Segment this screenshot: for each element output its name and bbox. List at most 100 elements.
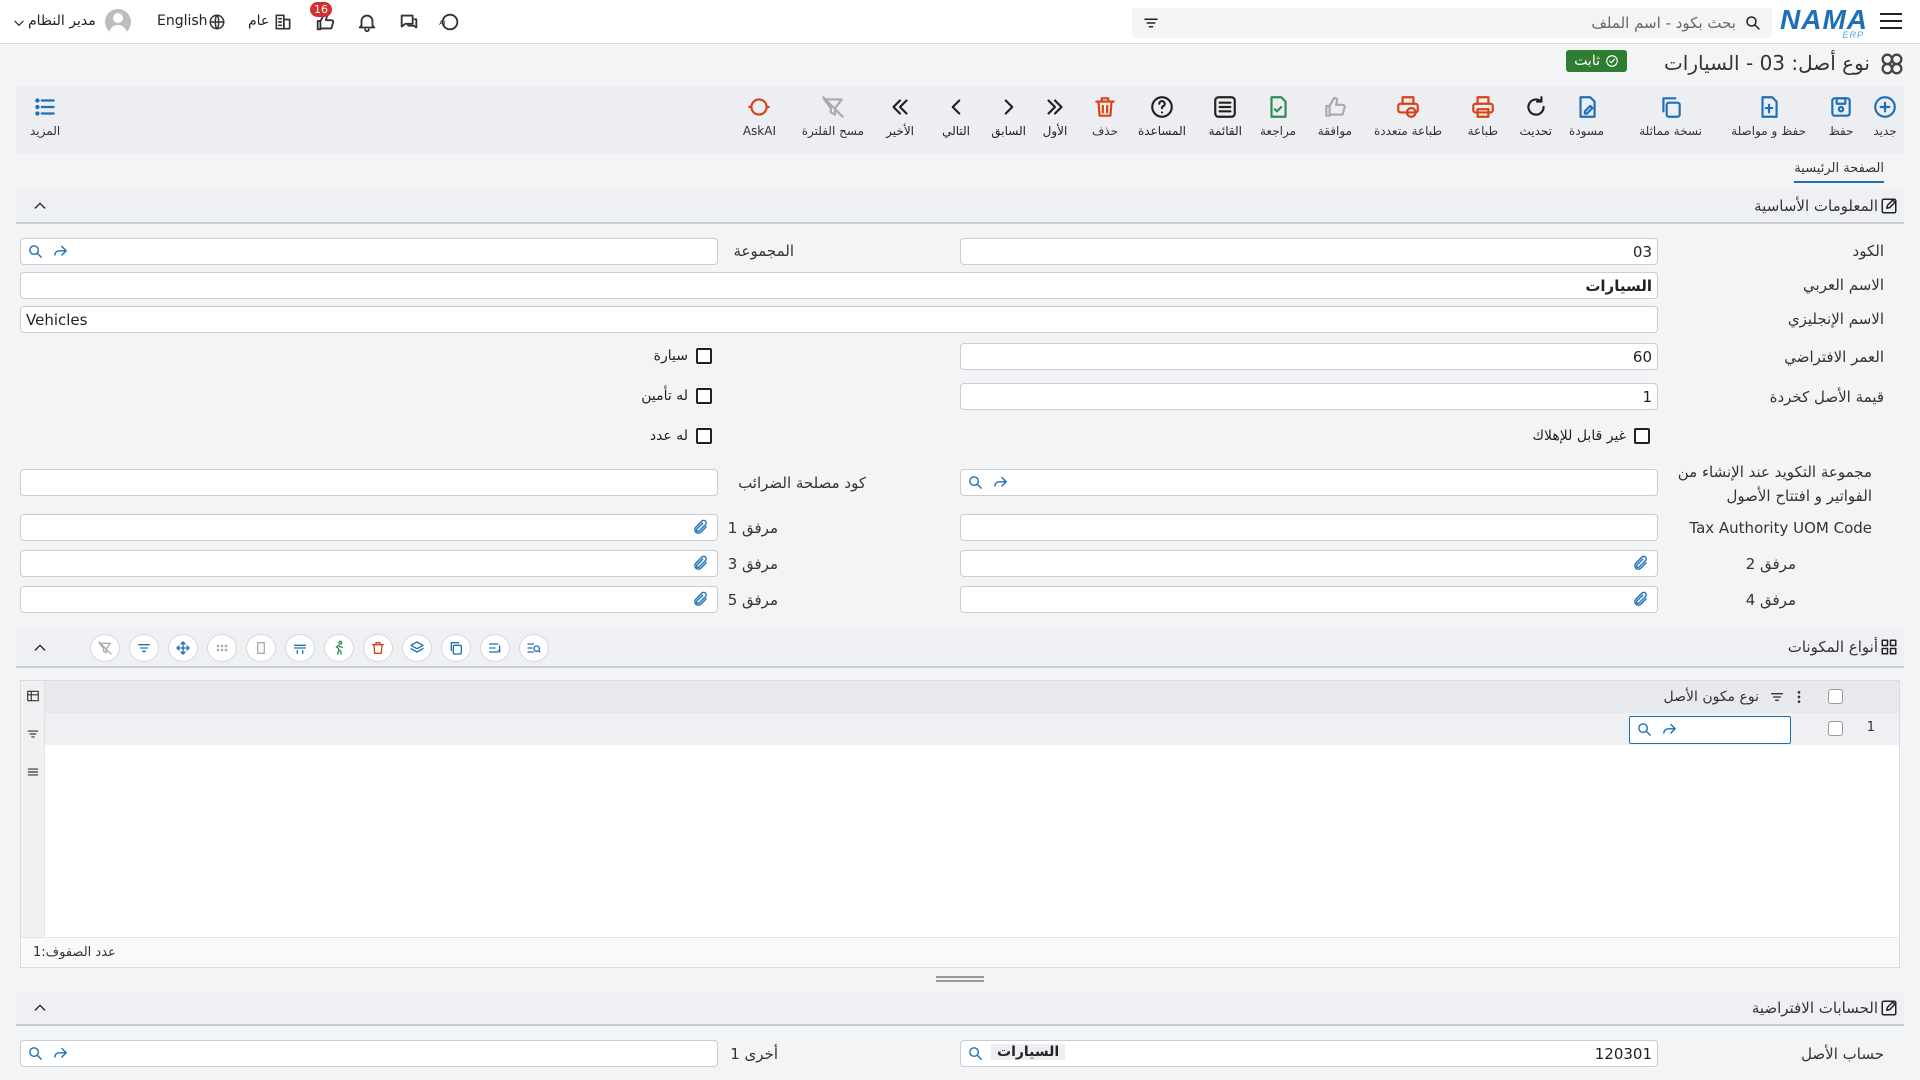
- duplicate-button[interactable]: نسخة مماثلة: [1639, 94, 1702, 138]
- next-button[interactable]: التالي: [942, 94, 970, 138]
- app-logo[interactable]: NAMA ERP: [1780, 4, 1868, 40]
- layers-tool[interactable]: [402, 634, 432, 662]
- clear-filter-tool[interactable]: [90, 634, 120, 662]
- avatar[interactable]: [105, 9, 131, 35]
- filter-icon[interactable]: [26, 727, 40, 741]
- search-icon[interactable]: [27, 1045, 44, 1062]
- paperclip-icon[interactable]: [692, 591, 709, 608]
- language-switch[interactable]: English: [157, 13, 208, 29]
- column-menu-icon[interactable]: [1791, 689, 1807, 705]
- draft-button[interactable]: مسودة: [1569, 94, 1604, 138]
- asset-account-input[interactable]: 120301 السيارات: [960, 1040, 1658, 1067]
- english-name-input[interactable]: Vehicles: [20, 306, 1658, 333]
- non-depreciable-checkbox-row[interactable]: غير قابل للإهلاك: [1532, 428, 1650, 444]
- group-input[interactable]: [20, 238, 718, 265]
- paperclip-icon[interactable]: [1632, 555, 1649, 572]
- askai-button[interactable]: AskAI: [743, 94, 776, 138]
- insurance-checkbox[interactable]: [696, 388, 712, 404]
- help-button[interactable]: المساعدة: [1138, 94, 1186, 138]
- other1-input[interactable]: [20, 1040, 718, 1067]
- previous-button[interactable]: السابق: [991, 94, 1026, 138]
- chevron-up-icon[interactable]: [32, 1000, 48, 1016]
- share-icon[interactable]: [992, 474, 1009, 491]
- globe-icon[interactable]: [204, 10, 230, 34]
- save-continue-button[interactable]: حفظ و مواصلة: [1731, 94, 1806, 138]
- filter-tool[interactable]: [129, 634, 159, 662]
- clear-filter-button[interactable]: مسح الفلترة: [802, 94, 864, 138]
- building-icon[interactable]: [270, 10, 296, 34]
- search-icon[interactable]: [967, 1045, 984, 1062]
- non-depreciable-checkbox[interactable]: [1634, 428, 1650, 444]
- chevron-up-icon[interactable]: [32, 640, 48, 656]
- default-accounts-section-header[interactable]: الحسابات الافتراضية: [16, 992, 1904, 1026]
- column-header-component-type[interactable]: نوع مكون الأصل: [1664, 689, 1760, 705]
- search-grid-tool[interactable]: [519, 634, 549, 662]
- chevron-up-icon[interactable]: [32, 198, 48, 214]
- insurance-checkbox-row[interactable]: له تأمين: [641, 388, 712, 404]
- column-filter-icon[interactable]: [1769, 689, 1785, 705]
- arabic-name-input[interactable]: السيارات: [20, 272, 1658, 299]
- tab-main[interactable]: الصفحة الرئيسية: [1794, 161, 1884, 183]
- components-section-header[interactable]: أنواع المكونات: [16, 628, 1904, 668]
- paperclip-icon[interactable]: [692, 519, 709, 536]
- share-icon[interactable]: [52, 1045, 69, 1062]
- user-name[interactable]: مدير النظام: [28, 13, 96, 29]
- tax-code-input[interactable]: [20, 469, 718, 496]
- move-tool[interactable]: [168, 634, 198, 662]
- share-icon[interactable]: [52, 243, 69, 260]
- paperclip-icon[interactable]: [1632, 591, 1649, 608]
- ai-icon[interactable]: AI: [437, 10, 463, 34]
- scrap-value-input[interactable]: 1: [960, 383, 1658, 410]
- search-icon[interactable]: [967, 474, 984, 491]
- search-icon[interactable]: [27, 243, 44, 260]
- more-button[interactable]: المزيد: [30, 94, 60, 138]
- attachment5-input[interactable]: [20, 586, 718, 613]
- filter-icon[interactable]: [1142, 14, 1160, 32]
- component-type-cell-input[interactable]: [1629, 716, 1791, 744]
- delete-button[interactable]: حذف: [1092, 94, 1118, 138]
- attachment4-input[interactable]: [960, 586, 1658, 613]
- code-input[interactable]: 03: [960, 238, 1658, 265]
- search-icon[interactable]: [1636, 721, 1653, 738]
- approve-button[interactable]: موافقة: [1318, 94, 1352, 138]
- share-icon[interactable]: [1661, 721, 1678, 738]
- default-age-input[interactable]: 60: [960, 343, 1658, 370]
- menu-icon[interactable]: [26, 765, 40, 779]
- delete-row-tool[interactable]: [363, 634, 393, 662]
- select-all-checkbox[interactable]: [1828, 689, 1843, 704]
- run-tool[interactable]: [324, 634, 354, 662]
- menu-icon[interactable]: [1880, 10, 1902, 32]
- confirm-group-input[interactable]: [960, 469, 1658, 496]
- meter-checkbox-row[interactable]: له عدد: [650, 428, 712, 444]
- car-checkbox[interactable]: [696, 348, 712, 364]
- copy-row-tool[interactable]: [441, 634, 471, 662]
- multi-print-button[interactable]: طباعة متعددة: [1374, 94, 1442, 138]
- search-input[interactable]: بحث بكود - اسم الملف: [1132, 8, 1772, 38]
- chat-icon[interactable]: [396, 10, 422, 34]
- first-button[interactable]: الأول: [1042, 94, 1068, 138]
- thumbs-up-icon[interactable]: 16: [310, 2, 338, 34]
- print-button[interactable]: طباعة: [1468, 94, 1498, 138]
- table-row[interactable]: 1: [45, 713, 1899, 745]
- sort-tool[interactable]: [480, 634, 510, 662]
- scope-label[interactable]: عام: [248, 13, 269, 29]
- attachment3-input[interactable]: [20, 550, 718, 577]
- insert-row-tool[interactable]: [285, 634, 315, 662]
- paperclip-icon[interactable]: [692, 555, 709, 572]
- table-icon[interactable]: [26, 689, 40, 703]
- car-checkbox-row[interactable]: سيارة: [654, 348, 712, 364]
- new-button[interactable]: جديد: [1872, 94, 1898, 138]
- attachment1-input[interactable]: [20, 514, 718, 541]
- resize-handle[interactable]: [936, 976, 984, 982]
- tax-uom-input[interactable]: [960, 514, 1658, 541]
- chevron-down-icon[interactable]: [12, 16, 26, 30]
- basic-info-section-header[interactable]: المعلومات الأساسية: [16, 190, 1904, 224]
- review-button[interactable]: مراجعة: [1260, 94, 1296, 138]
- refresh-button[interactable]: تحديث: [1519, 94, 1552, 138]
- last-button[interactable]: الأخير: [886, 94, 914, 138]
- save-button[interactable]: حفظ: [1828, 94, 1854, 138]
- meter-checkbox[interactable]: [696, 428, 712, 444]
- grid-dots-tool[interactable]: [207, 634, 237, 662]
- bell-icon[interactable]: [354, 10, 380, 34]
- column-tool[interactable]: [246, 634, 276, 662]
